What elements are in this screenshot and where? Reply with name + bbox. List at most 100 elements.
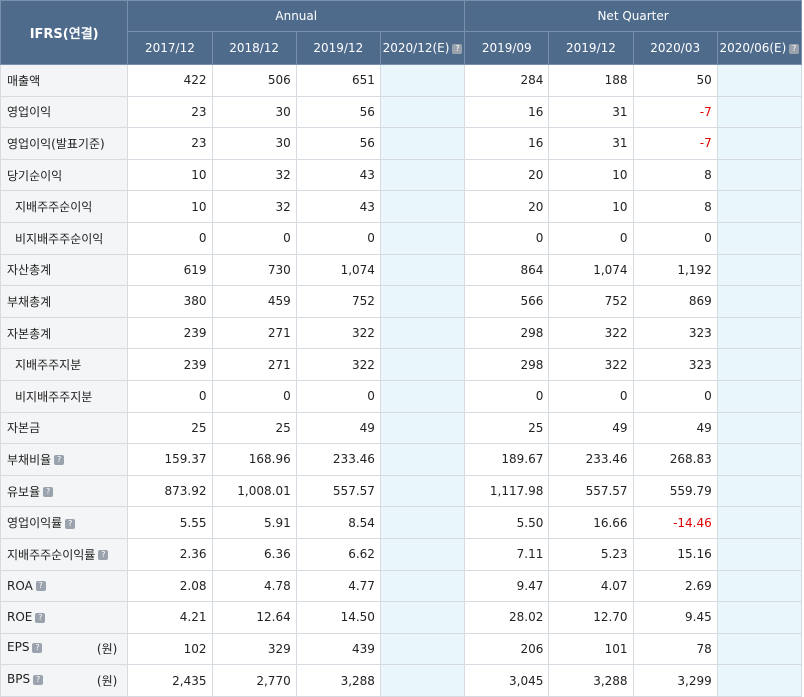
- value-cell: 322: [295, 348, 381, 381]
- table-row: 비지배주주지분 0 0 0 0 0 0: [0, 379, 803, 413]
- estimate-cell: [379, 253, 466, 287]
- table-row: 영업이익 23 30 56 16 31 -7: [0, 95, 803, 129]
- estimate-cell: [716, 64, 803, 97]
- estimate-cell: [379, 158, 466, 192]
- estimate-cell: [716, 285, 803, 318]
- row-label: 지배주주순이익률?: [0, 537, 129, 571]
- help-icon[interactable]: ?: [35, 612, 46, 623]
- value-cell: -7: [632, 127, 718, 160]
- help-icon[interactable]: ?: [54, 455, 65, 466]
- value-cell: 322: [548, 348, 634, 381]
- value-cell: 206: [464, 632, 550, 666]
- table-row: EPS? (원) 102 329 439 206 101 78: [0, 632, 803, 666]
- estimate-cell: [716, 474, 803, 508]
- value-cell: 20: [464, 190, 550, 223]
- table-row: 지배주주지분 239 271 322 298 322 323: [0, 348, 803, 381]
- value-cell: 16: [464, 95, 550, 129]
- table-row: 자산총계 619 730 1,074 864 1,074 1,192: [0, 253, 803, 287]
- row-label-text: 유보율: [7, 484, 41, 499]
- value-cell: 16: [464, 127, 550, 160]
- row-label: 자본총계: [0, 316, 129, 350]
- value-cell: 869: [632, 285, 718, 318]
- value-cell: 31: [548, 127, 634, 160]
- period-header-estimate: 2020/06(E)?: [716, 31, 803, 65]
- value-cell: 651: [295, 64, 381, 97]
- estimate-cell: [716, 601, 803, 634]
- estimate-cell: [716, 95, 803, 129]
- estimate-cell: [379, 190, 466, 223]
- value-cell: 1,008.01: [211, 474, 297, 508]
- value-cell: 271: [211, 316, 297, 350]
- row-label: 유보율?: [0, 474, 129, 508]
- estimate-cell: [716, 253, 803, 287]
- value-cell: 8: [632, 158, 718, 192]
- value-cell: 0: [295, 221, 381, 255]
- row-label-text: 부채비율: [7, 452, 52, 467]
- unit-label: (원): [96, 642, 118, 657]
- help-icon[interactable]: ?: [33, 674, 44, 685]
- period-header: 2017/12: [127, 31, 213, 65]
- row-label: 영업이익(발표기준): [0, 127, 129, 160]
- value-cell: 752: [548, 285, 634, 318]
- row-label-text: 자본금: [7, 421, 41, 436]
- value-cell: 49: [548, 411, 634, 445]
- estimate-cell: [716, 569, 803, 603]
- estimate-cell: [379, 664, 466, 697]
- estimate-cell: [716, 379, 803, 413]
- table-row: 지배주주순이익률? 2.36 6.36 6.62 7.11 5.23 15.16: [0, 537, 803, 571]
- value-cell: 506: [211, 64, 297, 97]
- estimate-cell: [716, 537, 803, 571]
- value-cell: 30: [211, 95, 297, 129]
- value-cell: 557.57: [295, 474, 381, 508]
- value-cell: 32: [211, 190, 297, 223]
- row-label-text: 지배주주순이익률: [7, 547, 96, 562]
- row-label: 비지배주주지분: [0, 379, 129, 413]
- table-row: ROA? 2.08 4.78 4.77 9.47 4.07 2.69: [0, 569, 803, 603]
- help-icon[interactable]: ?: [35, 581, 46, 592]
- value-cell: 0: [548, 221, 634, 255]
- value-cell: 32: [211, 158, 297, 192]
- value-cell: 5.91: [211, 506, 297, 539]
- row-label-text: 당기순이익: [7, 168, 63, 183]
- period-header: 2019/09: [464, 31, 550, 65]
- period-header: 2019/12: [548, 31, 634, 65]
- row-label-text: 영업이익률: [7, 516, 63, 531]
- value-cell: 4.21: [127, 601, 213, 634]
- value-cell: 10: [548, 190, 634, 223]
- value-cell: 14.50: [295, 601, 381, 634]
- value-cell: 2,435: [127, 664, 213, 697]
- financial-table: IFRS(연결) Annual Net Quarter 2017/12 2018…: [0, 0, 803, 697]
- help-icon[interactable]: ?: [452, 43, 463, 54]
- help-icon[interactable]: ?: [65, 518, 76, 529]
- value-cell: 2.69: [632, 569, 718, 603]
- row-label-text: 지배주주순이익: [15, 200, 93, 215]
- help-icon[interactable]: ?: [43, 487, 54, 498]
- value-cell: 422: [127, 64, 213, 97]
- value-cell: 43: [295, 190, 381, 223]
- row-label: ROE?: [0, 601, 129, 634]
- value-cell: 322: [295, 316, 381, 350]
- value-cell: 322: [548, 316, 634, 350]
- estimate-cell: [379, 569, 466, 603]
- value-cell: 329: [211, 632, 297, 666]
- value-cell: 566: [464, 285, 550, 318]
- row-label-text: 부채총계: [7, 294, 52, 309]
- value-cell: 380: [127, 285, 213, 318]
- value-cell: 271: [211, 348, 297, 381]
- period-header: 2018/12: [211, 31, 297, 65]
- estimate-cell: [379, 221, 466, 255]
- help-icon[interactable]: ?: [789, 43, 800, 54]
- value-cell: 30: [211, 127, 297, 160]
- help-icon[interactable]: ?: [32, 642, 43, 653]
- estimate-cell: [379, 64, 466, 97]
- table-row: 영업이익(발표기준) 23 30 56 16 31 -7: [0, 127, 803, 160]
- help-icon[interactable]: ?: [98, 550, 109, 561]
- quarter-group-header: Net Quarter: [464, 0, 802, 32]
- estimate-cell: [716, 443, 803, 476]
- row-label: 자산총계: [0, 253, 129, 287]
- row-label: 영업이익률?: [0, 506, 129, 539]
- value-cell: 0: [127, 379, 213, 413]
- value-cell: 0: [211, 221, 297, 255]
- value-cell: 6.36: [211, 537, 297, 571]
- estimate-cell: [379, 285, 466, 318]
